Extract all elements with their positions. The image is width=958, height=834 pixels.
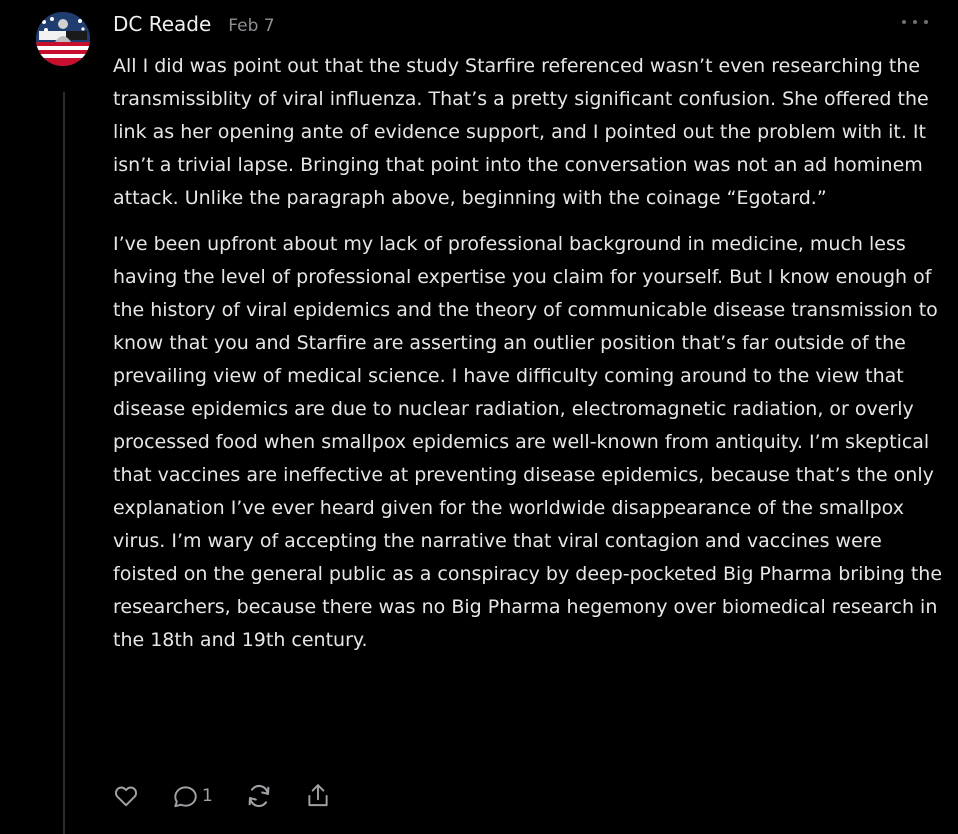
restack-button[interactable] bbox=[245, 782, 273, 810]
more-dot bbox=[913, 20, 917, 24]
restack-icon bbox=[248, 785, 270, 807]
comment-body: All I did was point out that the study S… bbox=[113, 50, 945, 670]
comment-paragraph: I’ve been upfront about my lack of profe… bbox=[113, 233, 943, 651]
comment: DC Reade Feb 7 All I did was point out t… bbox=[0, 0, 958, 834]
share-icon bbox=[308, 784, 328, 807]
more-dot bbox=[924, 20, 928, 24]
comment-header: DC Reade Feb 7 bbox=[113, 12, 275, 40]
comment-paragraph: All I did was point out that the study S… bbox=[113, 55, 929, 209]
reply-count: 1 bbox=[202, 786, 213, 806]
share-button[interactable] bbox=[305, 782, 331, 810]
author-name[interactable]: DC Reade bbox=[113, 12, 211, 36]
avatar-image bbox=[36, 12, 90, 66]
speech-bubble-icon bbox=[174, 786, 197, 808]
reply-button[interactable]: 1 bbox=[171, 783, 213, 809]
avatar[interactable] bbox=[36, 12, 90, 66]
more-dots-icon[interactable] bbox=[902, 16, 928, 28]
comment-actions: 1 bbox=[113, 780, 363, 812]
thread-line[interactable] bbox=[63, 92, 65, 834]
heart-icon bbox=[114, 786, 138, 807]
comment-date[interactable]: Feb 7 bbox=[228, 16, 274, 36]
like-button[interactable] bbox=[113, 783, 139, 809]
more-dot bbox=[902, 20, 906, 24]
